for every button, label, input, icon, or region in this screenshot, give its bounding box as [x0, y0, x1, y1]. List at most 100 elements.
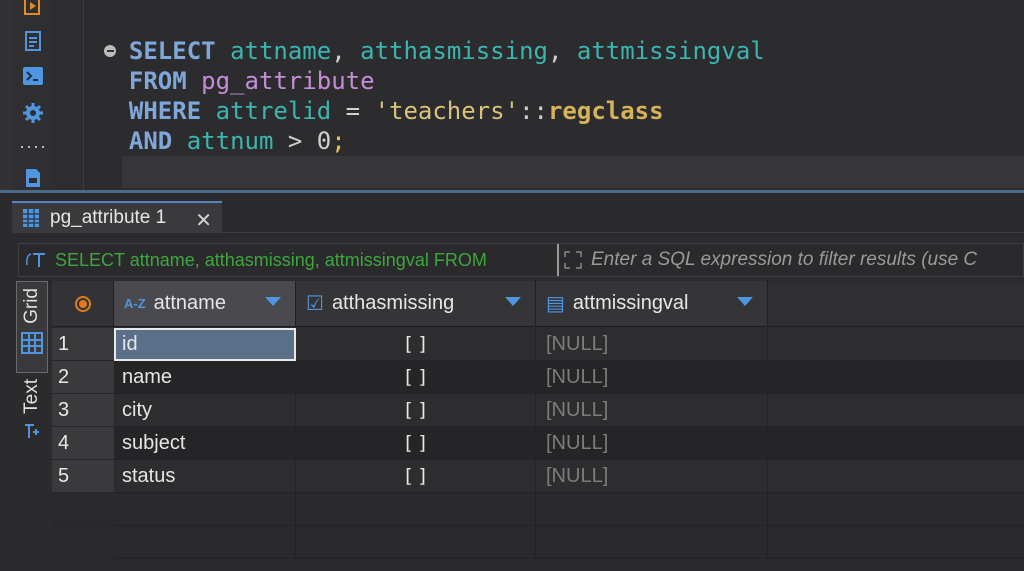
cast-operator: :: [519, 97, 548, 125]
cell-filler [768, 394, 1024, 427]
column-header-label: attname [153, 292, 226, 314]
filter-query-text: SELECT attname, atthasmissing, attmissin… [55, 249, 487, 270]
tab-pg-attribute-1[interactable]: pg_attribute 1 ✕ [12, 201, 222, 233]
cell-filler [768, 427, 1024, 460]
array-type-icon: ▤ [546, 293, 565, 315]
cell-filler [768, 460, 1024, 493]
empty-cell [536, 493, 768, 526]
cell-filler [768, 328, 1024, 361]
column-attrelid: attrelid [215, 97, 332, 125]
keyword-from: FROM [128, 67, 187, 95]
cell-attname[interactable]: city [114, 394, 296, 427]
cell-attname[interactable]: name [114, 361, 296, 394]
cell-attmissingval[interactable]: [NULL] [536, 460, 768, 493]
cell-atthasmissing[interactable]: [ ] [296, 460, 536, 493]
tab-grid-label: Grid [21, 288, 42, 324]
cell-atthasmissing[interactable]: [ ] [296, 361, 536, 394]
results-grid[interactable]: A-Z attname ☑ atthasmissing ▤ attmissing… [52, 281, 1024, 571]
table-grid-icon [23, 209, 39, 227]
statement-terminator: ; [331, 127, 346, 155]
left-edge-strip [0, 0, 12, 190]
empty-cell [768, 526, 1024, 559]
number-literal: 0 [316, 127, 332, 155]
column-attname: attname [230, 37, 332, 65]
column-header-label: atthasmissing [331, 292, 455, 314]
keyword-where: WHERE [128, 97, 202, 125]
filter-sql-icon [26, 253, 45, 267]
row-number[interactable]: 1 [52, 328, 114, 361]
cell-attname[interactable]: status [114, 460, 296, 493]
column-attnum: attnum [186, 127, 274, 155]
cell-attmissingval[interactable]: [NULL] [536, 328, 768, 361]
operator-equals: = [345, 97, 361, 125]
filter-expression-input[interactable] [587, 244, 1023, 276]
empty-cell [114, 493, 296, 526]
column-header-label: attmissingval [572, 292, 689, 314]
cell-attmissingval[interactable]: [NULL] [536, 394, 768, 427]
type-regclass: regclass [547, 97, 664, 125]
sort-dropdown-icon[interactable] [737, 297, 753, 306]
filter-query-box[interactable]: SELECT attname, atthasmissing, attmissin… [19, 244, 559, 276]
empty-cell [536, 526, 768, 559]
sort-dropdown-icon[interactable] [505, 297, 521, 306]
sql-editor[interactable]: ···· SELECT attname, atthasmissing, attm… [0, 0, 1024, 190]
view-mode-tabs: Grid Text [16, 281, 48, 571]
string-literal: 'teachers' [374, 97, 520, 125]
cell-filler [768, 361, 1024, 394]
cell-atthasmissing[interactable]: [ ] [296, 394, 536, 427]
boolean-type-icon: ☑ [306, 293, 324, 315]
code-line-3: WHERE attrelid = 'teachers'::regclass [100, 96, 765, 126]
grid-icon [21, 331, 43, 354]
terminal-icon[interactable] [21, 64, 45, 88]
column-atthasmissing: atthasmissing [360, 37, 548, 65]
sql-code[interactable]: SELECT attname, atthasmissing, attmissin… [100, 36, 765, 156]
tab-grid[interactable]: Grid [16, 281, 48, 373]
empty-cell [296, 526, 536, 559]
row-number[interactable]: 5 [52, 460, 114, 493]
sort-dropdown-icon[interactable] [265, 297, 281, 306]
results-tab-strip: pg_attribute 1 ✕ [12, 201, 1024, 233]
column-header-attmissingval[interactable]: ▤ attmissingval [536, 281, 768, 327]
empty-cell [114, 526, 296, 559]
row-marker-icon [74, 295, 91, 312]
tab-text-label: Text [21, 379, 42, 414]
results-panel: pg_attribute 1 ✕ SELECT attname, atthasm… [0, 193, 1024, 571]
execute-script-icon[interactable] [21, 0, 45, 18]
operator-greater: > [287, 127, 303, 155]
close-tab-icon[interactable]: ✕ [195, 208, 212, 233]
cell-atthasmissing[interactable]: [ ] [296, 427, 536, 460]
empty-row-number [52, 493, 114, 526]
code-line-1: SELECT attname, atthasmissing, attmissin… [128, 37, 765, 65]
code-line-4: AND attnum > 0; [100, 126, 765, 156]
text-type-icon: A-Z [124, 296, 146, 311]
column-attmissingval: attmissingval [576, 37, 765, 65]
editor-toolbar: ···· [12, 0, 54, 190]
column-header-attname[interactable]: A-Z attname [114, 281, 296, 327]
filter-bar: SELECT attname, atthasmissing, attmissin… [18, 243, 1024, 277]
row-number[interactable]: 3 [52, 394, 114, 427]
cell-attmissingval[interactable]: [NULL] [536, 361, 768, 394]
row-number[interactable]: 4 [52, 427, 114, 460]
text-view-icon [25, 423, 39, 438]
column-header-atthasmissing[interactable]: ☑ atthasmissing [296, 281, 536, 327]
empty-row-number [52, 526, 114, 559]
cell-attmissingval[interactable]: [NULL] [536, 427, 768, 460]
cell-atthasmissing[interactable]: [ ] [296, 328, 536, 361]
expand-filter-icon[interactable] [559, 244, 587, 276]
cell-attname[interactable]: subject [114, 427, 296, 460]
keyword-select: SELECT [128, 37, 216, 65]
grid-corner[interactable] [52, 281, 114, 327]
current-line-highlight [122, 156, 1024, 188]
line-gutter [54, 0, 84, 190]
settings-gear-icon[interactable] [21, 101, 45, 125]
code-line-2: FROM pg_attribute [100, 66, 765, 96]
row-number[interactable]: 2 [52, 361, 114, 394]
keyword-and: AND [128, 127, 173, 155]
cell-attname[interactable]: id [114, 328, 296, 361]
more-options-icon[interactable]: ···· [19, 134, 46, 158]
empty-cell [768, 493, 1024, 526]
tab-title: pg_attribute 1 [50, 207, 167, 228]
export-icon[interactable] [21, 166, 45, 190]
explain-plan-icon[interactable] [21, 29, 45, 53]
tab-text[interactable]: Text [16, 379, 48, 479]
